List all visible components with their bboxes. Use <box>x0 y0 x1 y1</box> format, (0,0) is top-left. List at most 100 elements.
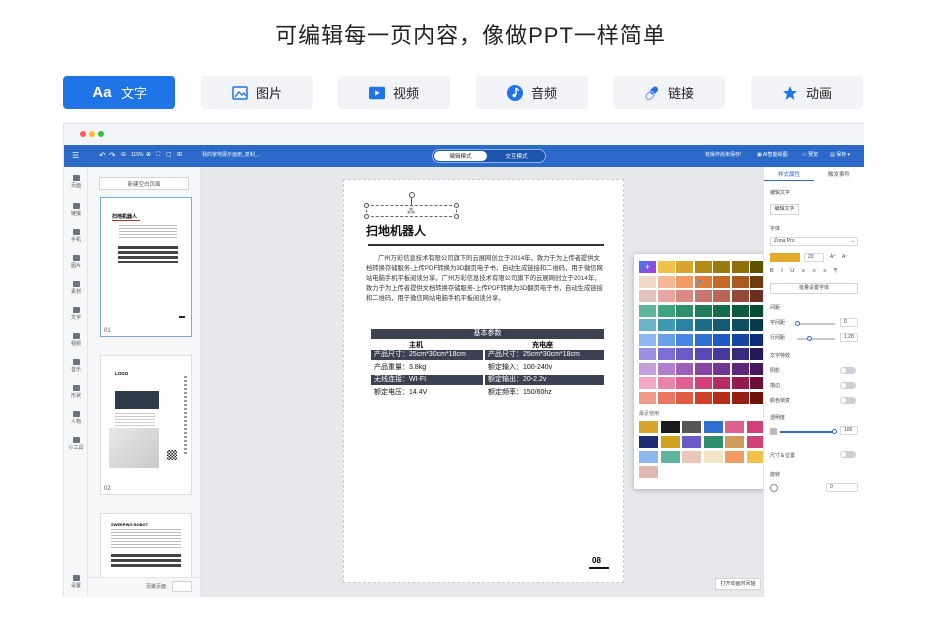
color-swatch[interactable] <box>713 290 730 302</box>
color-swatch[interactable] <box>657 319 675 331</box>
color-swatch[interactable] <box>713 275 730 288</box>
nav-item-0[interactable]: 页面 <box>64 175 88 189</box>
edit-text-button[interactable]: 编辑文字 <box>770 204 799 215</box>
nav-item-9[interactable]: 人物 <box>64 411 88 425</box>
thumb-page-01[interactable]: 扫地机器人 <box>100 197 192 337</box>
color-swatch[interactable] <box>694 304 712 317</box>
color-swatch[interactable] <box>694 362 712 375</box>
close-dot[interactable] <box>80 131 86 137</box>
thumb-page-03[interactable]: SWEEPING ROBOT <box>100 513 192 579</box>
color-swatch[interactable] <box>731 261 749 273</box>
color-swatch[interactable] <box>676 391 693 404</box>
opacity-knob[interactable] <box>832 429 837 434</box>
recent-color-swatch[interactable] <box>660 421 680 433</box>
nav-item-3[interactable]: 图片 <box>64 255 88 269</box>
color-swatch[interactable] <box>713 391 730 404</box>
color-swatch[interactable] <box>713 261 730 273</box>
tab-style[interactable]: 样式属性 <box>764 167 814 181</box>
color-swatch[interactable] <box>639 275 656 288</box>
color-swatch[interactable] <box>639 391 656 404</box>
color-swatch[interactable] <box>676 377 693 389</box>
color-swatch[interactable] <box>676 290 693 302</box>
font-shrink-icon[interactable]: A⁻ <box>842 254 848 260</box>
nav-item-6[interactable]: 视频 <box>64 333 88 347</box>
doc-title[interactable]: 我的家电展示画册_复制_... <box>202 151 262 160</box>
recent-color-swatch[interactable] <box>682 436 701 448</box>
text-color-swatch[interactable] <box>770 253 800 262</box>
color-swatch[interactable] <box>639 290 656 302</box>
resize-handle[interactable] <box>364 203 369 208</box>
color-swatch[interactable] <box>713 362 730 375</box>
color-swatch[interactable] <box>657 348 675 360</box>
menu-icon[interactable]: ☰ <box>72 151 79 160</box>
color-swatch[interactable] <box>657 290 675 302</box>
color-swatch[interactable] <box>731 362 749 375</box>
color-swatch[interactable] <box>639 377 656 389</box>
recent-color-swatch[interactable] <box>703 436 723 448</box>
tab-music-note[interactable]: 音频 <box>476 76 588 109</box>
zoom-out-icon[interactable]: ⊖ <box>121 151 126 160</box>
recent-color-swatch[interactable] <box>639 451 658 463</box>
add-color-icon[interactable]: + <box>639 261 656 273</box>
color-swatch[interactable] <box>676 333 693 346</box>
tab-video-play[interactable]: 视频 <box>338 76 450 109</box>
color-swatch[interactable] <box>713 377 730 389</box>
recent-color-swatch[interactable] <box>682 421 701 433</box>
color-swatch[interactable] <box>657 377 675 389</box>
minimize-dot[interactable] <box>89 131 95 137</box>
color-swatch[interactable] <box>731 304 749 317</box>
color-swatch[interactable] <box>676 362 693 375</box>
color-swatch[interactable] <box>731 275 749 288</box>
recent-color-swatch[interactable] <box>639 466 658 478</box>
gradient-toggle[interactable] <box>840 397 856 404</box>
edit-mode-button[interactable]: 编辑模式 <box>434 151 487 161</box>
nav-item-2[interactable]: 手机 <box>64 229 88 243</box>
save-button[interactable]: ▤ 保存 ▾ <box>830 151 850 160</box>
color-swatch[interactable] <box>713 319 730 331</box>
color-swatch[interactable] <box>639 304 656 317</box>
color-swatch[interactable] <box>694 348 712 360</box>
recent-color-swatch[interactable] <box>639 421 658 433</box>
interact-mode-button[interactable]: 交互模式 <box>490 151 543 161</box>
color-swatch[interactable] <box>639 333 656 346</box>
color-swatch[interactable] <box>694 290 712 302</box>
stroke-toggle[interactable] <box>840 382 856 389</box>
nav-item-8[interactable]: 形状 <box>64 385 88 399</box>
color-swatch[interactable] <box>657 304 675 317</box>
rotate-handle[interactable] <box>409 192 415 198</box>
color-swatch[interactable] <box>639 362 656 375</box>
color-swatch[interactable] <box>676 304 693 317</box>
line-spacing-knob[interactable] <box>807 336 812 341</box>
maximize-dot[interactable] <box>98 131 104 137</box>
nav-item-10[interactable]: 小工具 <box>64 437 88 451</box>
letter-spacing-knob[interactable] <box>795 321 800 326</box>
color-swatch[interactable] <box>657 333 675 346</box>
color-swatch[interactable] <box>676 319 693 331</box>
undo-icon[interactable]: ↶ <box>99 151 106 160</box>
recent-color-swatch[interactable] <box>703 451 723 463</box>
color-swatch[interactable] <box>713 304 730 317</box>
color-swatch[interactable] <box>731 377 749 389</box>
nav-item-11[interactable]: 设置 <box>64 575 88 589</box>
recent-color-swatch[interactable] <box>682 451 701 463</box>
recent-color-swatch[interactable] <box>703 421 723 433</box>
recent-color-swatch[interactable] <box>725 436 744 448</box>
rotate-input[interactable]: 0 <box>826 483 858 492</box>
nav-item-7[interactable]: 音乐 <box>64 359 88 373</box>
color-swatch[interactable] <box>731 333 749 346</box>
color-swatch[interactable] <box>657 261 675 273</box>
font-grow-icon[interactable]: A⁺ <box>830 254 836 260</box>
color-swatch[interactable] <box>731 348 749 360</box>
line-spacing-slider[interactable] <box>797 338 835 340</box>
recent-color-swatch[interactable] <box>660 451 680 463</box>
text-format-icons[interactable]: B I U ≡ ≡ ≡ ¶ <box>770 268 840 274</box>
font-size-input[interactable]: 20 <box>804 253 824 262</box>
fit-icon[interactable]: ⛶ <box>156 151 160 160</box>
tab-text-aa[interactable]: Aa 文字 <box>63 76 175 109</box>
rotate-icon[interactable] <box>770 484 778 492</box>
color-swatch[interactable] <box>731 391 749 404</box>
resize-handle[interactable] <box>454 214 459 219</box>
color-swatch[interactable] <box>694 391 712 404</box>
move-icon[interactable]: ⁂ <box>407 207 415 216</box>
recent-color-swatch[interactable] <box>660 436 680 448</box>
